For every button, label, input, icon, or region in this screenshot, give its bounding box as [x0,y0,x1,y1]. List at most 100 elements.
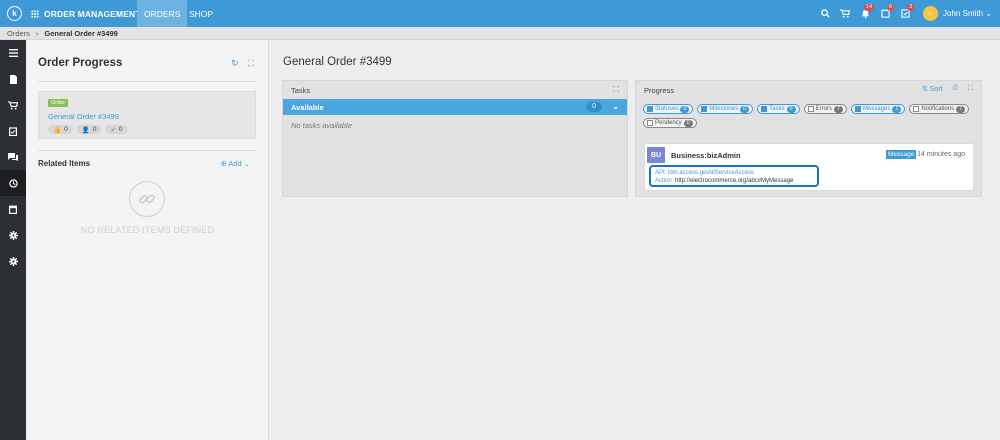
calendar-icon[interactable] [0,196,26,222]
progress-filters: Statuses 0 Milestones 0 Tasks 0 Errors 7 Mes… [643,104,973,128]
available-count-badge: 0 [586,102,602,112]
api-value[interactable]: idm.access.getAllServiceAccess [668,170,754,176]
expand-icon[interactable]: ⛶ [613,85,619,95]
filter-tasks[interactable]: Tasks 0 [757,104,800,114]
filter-label: Messages [862,106,891,112]
message-timestamp: 14 minutes ago [917,151,965,158]
document-icon[interactable] [0,66,26,92]
breadcrumb-current: General Order #3499 [44,28,118,38]
action-key: Action: [655,178,674,184]
api-key: API: [655,170,667,176]
cart-icon[interactable] [0,92,26,118]
user-menu[interactable]: John Smith ⌄ [943,9,992,18]
top-right-icons: 14 6 3 ☺ John Smith ⌄ [815,0,992,27]
filter-milestones[interactable]: Milestones 0 [697,104,754,114]
panel-tools: ↻ ⛶ [231,58,254,69]
breadcrumb-orders[interactable]: Orders [7,29,30,38]
app-title[interactable]: ORDER MANAGEMENT [31,0,141,27]
expand-icon[interactable]: ⛶ [248,58,254,69]
menu-icon[interactable] [0,40,26,66]
checkbox[interactable] [701,106,708,112]
user-icon: 👤 [81,126,90,134]
bell-icon[interactable]: 14 [855,0,875,27]
order-tag: Order [48,99,69,107]
api-line: API: idm.access.getAllServiceAccess [655,169,813,177]
divider [38,150,256,151]
filter-label: Notifications [921,106,955,112]
history-icon[interactable] [0,170,26,196]
check-icon: ✔ [110,126,116,134]
panel-title: Order Progress [38,57,123,69]
breadcrumb: Orders › General Order #3499 [0,27,1000,40]
filter-errors[interactable]: Errors 7 [803,104,847,114]
tab-shop[interactable]: SHOP [182,0,220,27]
avatar: BU [647,147,665,163]
app-title-label: ORDER MANAGEMENT [44,8,141,19]
filter-count: 0 [683,119,693,127]
progress-title: Progress [644,85,675,95]
action-line: Action: http://electrocommerce.org/abc#M… [655,177,813,185]
tab-orders[interactable]: ORDERS [137,0,188,27]
tasks-count-badge: 6 [886,4,895,11]
tasks-header: Tasks ⛶ [283,81,627,99]
order-stats: 👍 0 👤 0 ✔ 0 [48,125,128,134]
page-title: General Order #3499 [283,56,392,68]
cart-icon[interactable] [835,0,855,27]
logo-icon[interactable]: k [7,6,22,21]
available-label: Available [291,102,324,112]
filter-statuses[interactable]: Statuses 0 [643,104,694,114]
chat-icon[interactable] [0,144,26,170]
checkbox[interactable] [913,106,920,112]
message-body: API: idm.access.getAllServiceAccess Acti… [649,165,819,187]
expand-icon[interactable]: ⛶ [968,85,973,93]
top-bar: k ORDER MANAGEMENT ORDERS SHOP 14 6 3 ☺ … [0,0,1000,27]
filter-pendency[interactable]: Pendency 0 [643,118,697,128]
available-section[interactable]: Available 0 ⌄ [283,99,627,115]
search-icon[interactable] [815,0,835,27]
avatar[interactable]: ☺ [923,6,939,21]
filter-count: 7 [833,105,843,113]
chevron-down-icon: ⌄ [985,9,992,18]
link-icon [129,181,165,217]
filter-count: 0 [740,105,750,113]
no-tasks-text: No tasks available [291,121,352,130]
order-card: Order General Order #3499 👍 0 👤 0 ✔ 0 [38,91,256,139]
message-type-badge: Message [886,150,917,159]
checkbox[interactable] [761,106,768,112]
tasks-title: Tasks [291,85,311,95]
likes-pill[interactable]: 👍 0 [48,125,73,134]
likes-count: 0 [64,126,68,133]
checkbox[interactable] [807,106,814,112]
message-entry: BU Business:bizAdmin Message 14 minutes … [644,143,974,191]
filter-count: 0 [786,105,796,113]
checks-count: 0 [118,126,123,133]
filter-count: 1 [892,105,902,113]
progress-tools: ⇅ Sort ⏱ ⛶ [922,85,973,93]
filter-label: Tasks [769,106,785,112]
users-pill[interactable]: 👤 0 [76,125,102,134]
empty-related-text: NO RELATED ITEMS DEFINED [80,225,215,235]
gear-icon[interactable] [0,222,26,248]
filter-messages[interactable]: Messages 1 [850,104,906,114]
chevron-right-icon: › [35,28,39,38]
progress-panel: Progress ⇅ Sort ⏱ ⛶ Statuses 0 Milestones… [635,80,982,197]
filter-notifications[interactable]: Notifications 7 [909,104,970,114]
stopwatch-icon[interactable]: ⏱ [953,85,958,93]
checkbox[interactable] [647,120,653,126]
refresh-icon[interactable]: ↻ [231,58,239,69]
order-link[interactable]: General Order #3499 [48,112,119,121]
related-items-title: Related Items [38,159,91,168]
checks-pill[interactable]: ✔ 0 [105,125,128,134]
checkbox[interactable] [854,106,861,112]
settings-icon[interactable] [0,248,26,274]
checklist-icon[interactable]: 3 [895,0,915,27]
filter-count: 0 [680,105,690,113]
chevron-down-icon[interactable]: ⌄ [612,102,619,111]
clipboard-icon[interactable] [0,118,26,144]
filter-label: Errors [815,106,832,112]
tasks-icon[interactable]: 6 [875,0,895,27]
add-related-button[interactable]: ⊕ Add ⌄ [220,159,250,168]
sidebar [0,40,26,440]
sort-button[interactable]: ⇅ Sort [922,85,943,93]
checkbox[interactable] [647,106,653,112]
